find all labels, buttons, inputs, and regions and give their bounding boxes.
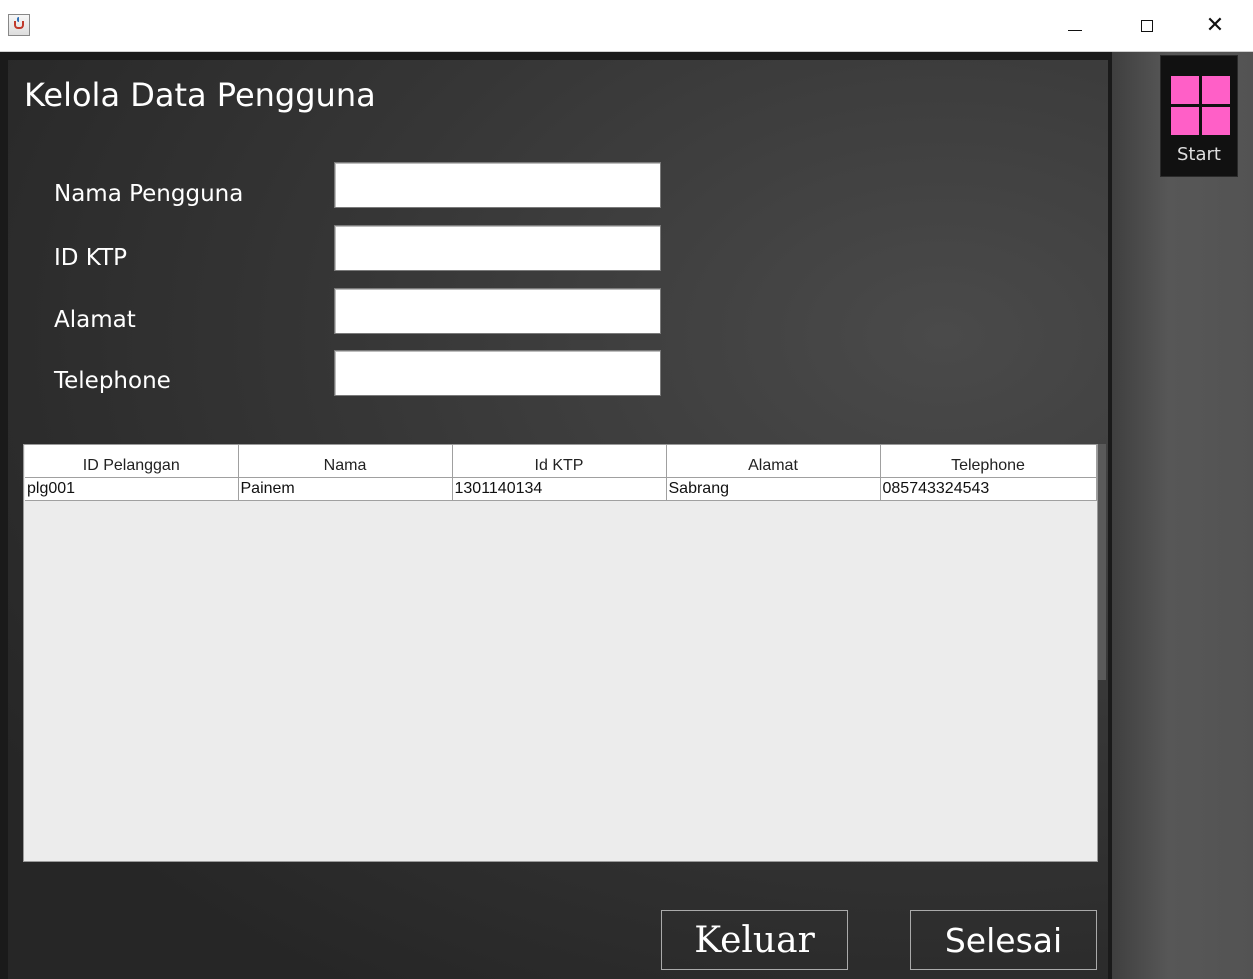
maximize-button[interactable]: [1124, 0, 1170, 52]
minimize-icon: [1068, 29, 1082, 31]
table-header-row: ID Pelanggan Nama Id KTP Alamat Telephon…: [25, 445, 1097, 478]
pelanggan-table[interactable]: ID Pelanggan Nama Id KTP Alamat Telephon…: [23, 444, 1098, 862]
telephone-label: Telephone: [54, 368, 171, 394]
column-header[interactable]: Alamat: [666, 445, 881, 478]
maximize-icon: [1141, 20, 1153, 32]
close-button[interactable]: ✕: [1192, 0, 1238, 52]
table-row[interactable]: plg001 Painem 1301140134 Sabrang 0857433…: [25, 477, 1097, 501]
column-header[interactable]: Telephone: [880, 445, 1097, 478]
start-label: Start: [1177, 144, 1221, 165]
windows-logo-icon: [1171, 76, 1230, 135]
column-header[interactable]: Id KTP: [452, 445, 667, 478]
nama-pengguna-label: Nama Pengguna: [54, 181, 244, 207]
table-cell[interactable]: 085743324543: [880, 477, 1097, 501]
table-scroll-edge: [1098, 444, 1106, 680]
id-ktp-input[interactable]: [334, 225, 661, 271]
minimize-button[interactable]: [1052, 0, 1098, 52]
selesai-button[interactable]: Selesai: [910, 910, 1097, 970]
close-icon: ✕: [1205, 13, 1225, 38]
desktop-strip: [1112, 52, 1253, 979]
keluar-button[interactable]: Keluar: [661, 910, 848, 970]
table-cell[interactable]: Painem: [238, 477, 453, 501]
window-titlebar: ✕: [0, 0, 1253, 52]
column-header[interactable]: ID Pelanggan: [25, 445, 239, 478]
page-title: Kelola Data Pengguna: [24, 76, 376, 114]
java-cup-icon: [8, 14, 30, 36]
nama-pengguna-input[interactable]: [334, 162, 661, 208]
alamat-input[interactable]: [334, 288, 661, 334]
table-cell[interactable]: Sabrang: [666, 477, 881, 501]
column-header[interactable]: Nama: [238, 445, 453, 478]
id-ktp-label: ID KTP: [54, 245, 128, 271]
table-cell[interactable]: 1301140134: [452, 477, 667, 501]
telephone-input[interactable]: [334, 350, 661, 396]
start-tile[interactable]: Start: [1160, 55, 1238, 177]
alamat-label: Alamat: [54, 307, 136, 333]
table-cell[interactable]: plg001: [25, 477, 239, 501]
